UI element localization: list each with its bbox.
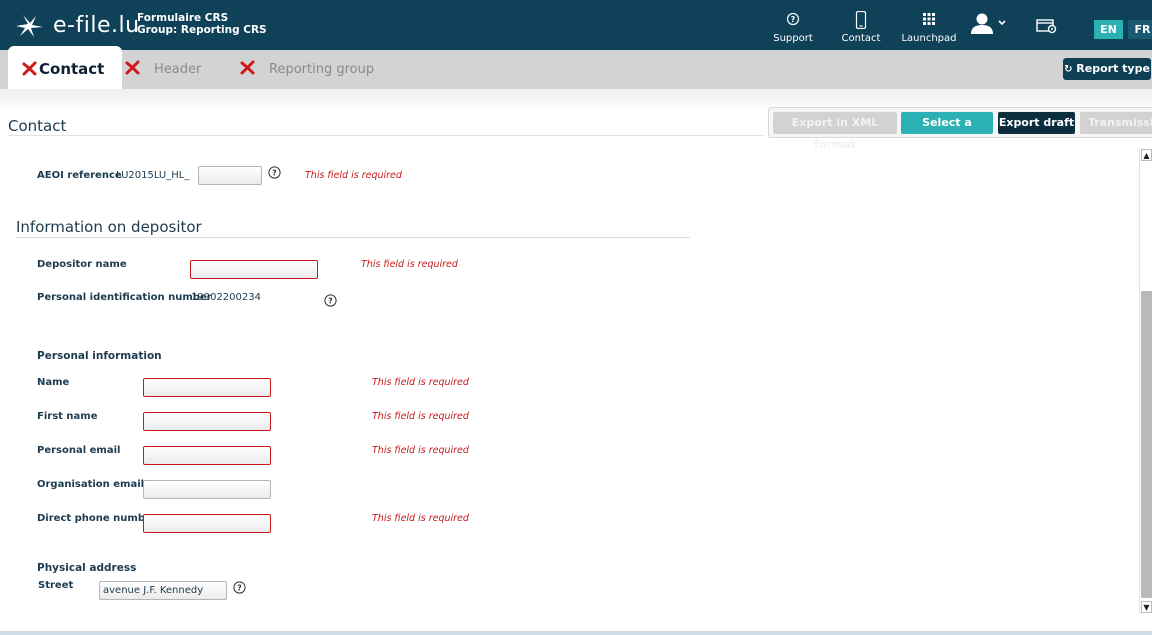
name-error: This field is required <box>372 377 469 388</box>
aeoi-error: This field is required <box>305 170 402 181</box>
personal-email-label: Personal email <box>37 445 121 456</box>
action-bar: Export in XML format Select a report Exp… <box>768 107 1152 151</box>
aeoi-reference-input[interactable] <box>198 166 262 185</box>
nav-support[interactable]: ? Support <box>772 11 814 44</box>
depositor-name-input[interactable] <box>190 260 318 279</box>
first-name-label: First name <box>37 411 98 422</box>
app-title: Formulaire CRS <box>137 12 229 24</box>
name-input[interactable] <box>143 378 271 397</box>
nav-contact-label: Contact <box>841 33 881 44</box>
street-input[interactable] <box>99 581 227 600</box>
depositor-name-error: This field is required <box>361 259 458 270</box>
depositor-section-title: Information on depositor <box>16 218 202 236</box>
export-xml-button[interactable]: Export in XML format <box>773 112 897 151</box>
lang-fr-button[interactable]: FR <box>1128 20 1152 39</box>
grid-icon <box>923 13 935 25</box>
tab-reporting-group[interactable]: Reporting group <box>240 50 374 89</box>
report-type-button[interactable]: ↻ Report type <box>1063 58 1151 80</box>
phone-label: Direct phone number <box>37 513 157 524</box>
tab-contact-label: Contact <box>39 60 105 78</box>
help-icon[interactable]: ? <box>268 166 281 179</box>
report-type-label: Report type <box>1076 62 1150 75</box>
scroll-thumb[interactable] <box>1141 291 1152 598</box>
error-x-icon <box>22 61 37 76</box>
depositor-name-label: Depositor name <box>37 259 127 270</box>
phone-error: This field is required <box>372 513 469 524</box>
personal-email-input[interactable] <box>143 446 271 465</box>
lang-en-button[interactable]: EN <box>1094 20 1123 39</box>
pin-label: Personal identification number <box>37 292 212 303</box>
tab-header[interactable]: Header <box>125 50 201 89</box>
help-circle-icon: ? <box>786 12 800 26</box>
nav-contact[interactable]: Contact <box>840 11 882 44</box>
personal-email-error: This field is required <box>372 445 469 456</box>
aeoi-prefix: LU2015LU_HL_ <box>116 170 190 181</box>
error-x-icon <box>240 60 255 75</box>
app-titles: Formulaire CRS Group: Reporting CRS <box>137 12 267 36</box>
svg-text:?: ? <box>272 169 277 178</box>
tab-header-label: Header <box>154 62 202 77</box>
bottom-border <box>0 631 1152 635</box>
scroll-down-icon[interactable]: ▼ <box>1141 601 1152 613</box>
svg-text:?: ? <box>328 297 333 306</box>
svg-text:?: ? <box>237 584 242 593</box>
mobile-phone-icon <box>855 11 867 29</box>
pin-value: 19902200234 <box>191 292 261 303</box>
scrollbar[interactable]: ▲ ▼ <box>1139 149 1152 614</box>
export-draft-button[interactable]: Export draft <box>998 112 1075 134</box>
logo-text[interactable]: e-file.lu <box>53 13 140 38</box>
page-title: Contact <box>8 117 67 135</box>
org-email-input[interactable] <box>143 480 271 499</box>
org-email-label: Organisation email <box>37 479 145 490</box>
first-name-input[interactable] <box>143 412 271 431</box>
name-label: Name <box>37 377 70 388</box>
scroll-up-icon[interactable]: ▲ <box>1141 149 1152 161</box>
error-x-icon <box>125 60 140 75</box>
select-report-button[interactable]: Select a report <box>901 112 993 151</box>
e-file-logo-icon[interactable] <box>14 13 44 39</box>
aeoi-label: AEOI reference <box>37 170 122 181</box>
svg-text:?: ? <box>791 15 796 24</box>
help-icon[interactable]: ? <box>324 294 337 307</box>
group-label: Group: Reporting CRS <box>137 24 267 36</box>
tab-bar: Contact Header Reporting group ↻ Report … <box>0 46 1152 89</box>
depositor-divider <box>16 237 690 238</box>
help-icon[interactable]: ? <box>233 581 246 594</box>
user-menu-icon[interactable] <box>969 12 1009 36</box>
tab-contact[interactable]: Contact <box>8 46 122 89</box>
personal-info-title: Personal information <box>37 350 162 362</box>
nav-launchpad[interactable]: Launchpad <box>900 11 958 44</box>
settings-window-icon[interactable] <box>1036 17 1058 35</box>
nav-support-label: Support <box>773 33 813 44</box>
street-label: Street <box>38 580 74 591</box>
first-name-error: This field is required <box>372 411 469 422</box>
title-divider <box>8 135 764 136</box>
tab-reporting-group-label: Reporting group <box>269 62 375 77</box>
nav-launchpad-label: Launchpad <box>901 33 957 44</box>
phone-input[interactable] <box>143 514 271 533</box>
top-bar: e-file.lu Formulaire CRS Group: Reportin… <box>0 0 1152 50</box>
address-title: Physical address <box>37 562 137 574</box>
refresh-icon: ↻ <box>1064 64 1073 75</box>
transmission-button[interactable]: Transmission <box>1080 112 1152 134</box>
